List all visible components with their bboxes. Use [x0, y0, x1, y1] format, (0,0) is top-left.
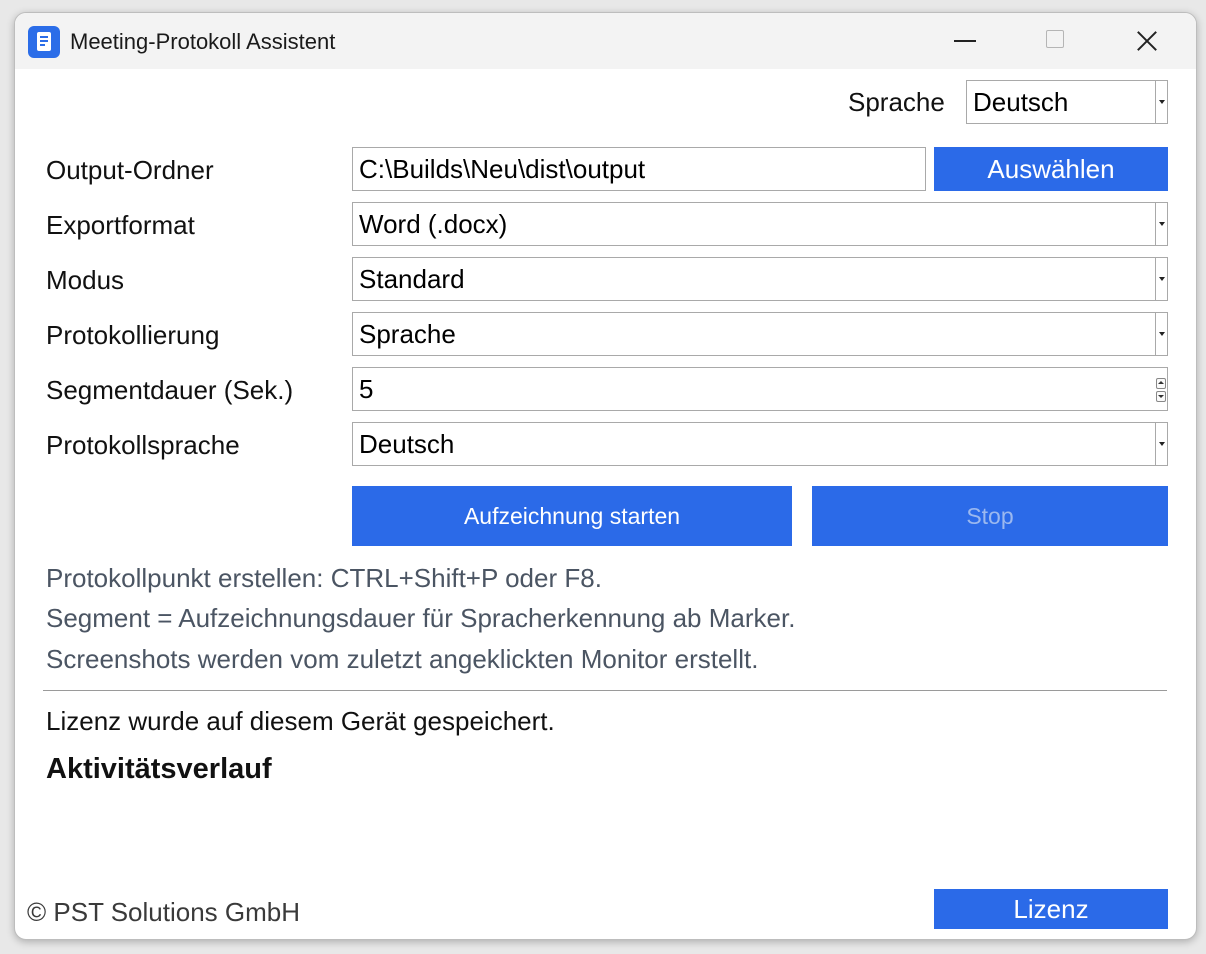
start-recording-button[interactable]: Aufzeichnung starten	[352, 486, 792, 546]
protocol-language-label: Protokollsprache	[46, 430, 240, 460]
browse-button[interactable]: Auswählen	[934, 147, 1168, 191]
minimize-button[interactable]	[920, 13, 1010, 69]
export-format-value: Word (.docx)	[359, 209, 508, 239]
stop-button[interactable]: Stop	[812, 486, 1168, 546]
spinner-icon[interactable]	[1156, 378, 1166, 402]
info-segment: Segment = Aufzeichnungsdauer für Sprache…	[46, 603, 796, 633]
output-folder-input[interactable]: C:\Builds\Neu\dist\output	[352, 147, 926, 191]
chevron-down-icon[interactable]	[1155, 258, 1167, 300]
mode-select[interactable]: Standard	[352, 257, 1168, 301]
language-select-value: Deutsch	[973, 87, 1069, 117]
title-bar: Meeting-Protokoll Assistent	[15, 13, 1196, 69]
protocol-language-select[interactable]: Deutsch	[352, 422, 1168, 466]
segment-duration-spinbox[interactable]: 5	[352, 367, 1168, 411]
info-screenshots: Screenshots werden vom zuletzt angeklick…	[46, 644, 759, 674]
activity-heading: Aktivitätsverlauf	[46, 753, 272, 785]
export-format-select[interactable]: Word (.docx)	[352, 202, 1168, 246]
chevron-down-icon[interactable]	[1155, 203, 1167, 245]
mode-value: Standard	[359, 264, 465, 294]
app-window: Meeting-Protokoll Assistent Sprache Deut…	[14, 12, 1197, 940]
maximize-button[interactable]	[1010, 13, 1100, 69]
logging-value: Sprache	[359, 319, 456, 349]
language-select[interactable]: Deutsch	[966, 80, 1168, 124]
divider	[43, 690, 1167, 691]
window-title: Meeting-Protokoll Assistent	[70, 29, 336, 54]
logging-select[interactable]: Sprache	[352, 312, 1168, 356]
logging-label: Protokollierung	[46, 320, 220, 350]
language-label: Sprache	[848, 87, 945, 117]
chevron-down-icon[interactable]	[1155, 423, 1167, 465]
chevron-down-icon[interactable]	[1155, 81, 1167, 123]
mode-label: Modus	[46, 265, 125, 295]
protocol-language-value: Deutsch	[359, 429, 455, 459]
segment-duration-value: 5	[359, 374, 374, 404]
spin-down-icon[interactable]	[1156, 391, 1166, 402]
export-format-label: Exportformat	[46, 210, 195, 240]
chevron-down-icon[interactable]	[1155, 313, 1167, 355]
document-icon	[28, 26, 60, 58]
output-folder-label: Output-Ordner	[46, 155, 214, 185]
close-button[interactable]	[1100, 13, 1190, 69]
info-hotkey: Protokollpunkt erstellen: CTRL+Shift+P o…	[46, 563, 602, 593]
copyright-text: © PST Solutions GmbH	[27, 897, 300, 927]
spin-up-icon[interactable]	[1156, 378, 1166, 389]
segment-duration-label: Segmentdauer (Sek.)	[46, 375, 294, 405]
license-status: Lizenz wurde auf diesem Gerät gespeicher…	[46, 706, 555, 736]
license-button[interactable]: Lizenz	[934, 889, 1168, 929]
output-folder-value: C:\Builds\Neu\dist\output	[359, 154, 646, 184]
